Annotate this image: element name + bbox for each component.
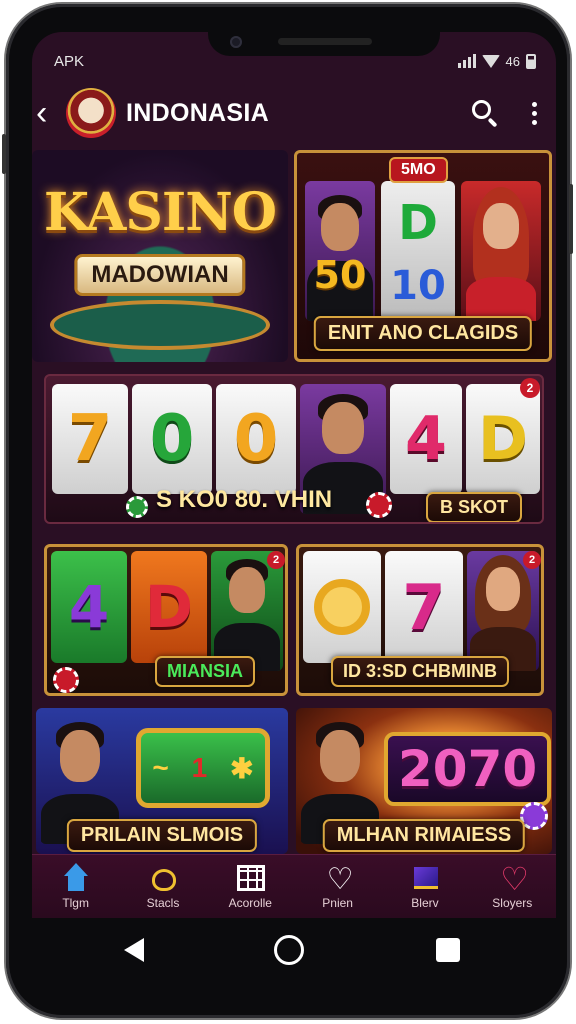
heart-outline-icon: ♡	[500, 861, 529, 897]
chip-icon	[126, 496, 148, 518]
network-type: 46	[505, 53, 520, 69]
heart-icon: ♡	[326, 863, 354, 896]
reel-number: 50	[313, 253, 367, 297]
tile-label: ID 3:SD CHBMINB	[330, 656, 510, 687]
nav-label: Stacls	[146, 896, 180, 910]
power-button	[569, 184, 573, 254]
notch	[208, 32, 440, 56]
nav-label: Tlgm	[62, 896, 89, 910]
search-icon[interactable]	[470, 98, 500, 128]
game-tile-enit[interactable]: D 10 50 5MO ENIT ANO CLAGIDS	[294, 150, 552, 362]
chip-icon	[366, 492, 392, 518]
nav-label: Blerv	[411, 896, 439, 910]
reel-1: 4	[51, 551, 127, 663]
screen: APK 46 ‹ INDONASIA KASINO MADOWIAN D 10 …	[32, 32, 556, 918]
reel-2: 0	[132, 384, 212, 494]
app-logo	[66, 88, 116, 138]
game-tile-miansia[interactable]: 4 D 2 MIANSIA	[44, 544, 288, 696]
tile-badge: 2	[267, 551, 285, 569]
phone-frame: APK 46 ‹ INDONASIA KASINO MADOWIAN D 10 …	[2, 4, 573, 1018]
app-bar: ‹ INDONASIA	[32, 82, 556, 144]
tile-badge: 2	[520, 378, 540, 398]
system-home-icon[interactable]	[274, 935, 304, 965]
game-tile-chbminb[interactable]: 7 2 ID 3:SD CHBMINB	[296, 544, 544, 696]
home-icon	[59, 863, 93, 893]
tile-label: MLHAN RIMAIESS	[322, 819, 526, 852]
back-arrow-icon[interactable]: ‹	[36, 96, 62, 130]
game-tile-prilain[interactable]: ~1 ✱ PRILAIN SLMOIS	[36, 708, 288, 854]
system-recents-icon[interactable]	[436, 938, 460, 962]
kasino-subtitle: MADOWIAN	[74, 254, 246, 296]
nav-label: Pnien	[322, 896, 353, 910]
wifi-icon	[481, 54, 500, 68]
casino-table	[50, 300, 270, 350]
jackpot-number: 2070	[384, 732, 552, 806]
bottom-nav: Tlgm Stacls Acorolle ♡ Pnien Blerv ♡ Slo…	[32, 854, 556, 918]
game-tile-mlhan[interactable]: 2070 MLHAN RIMAIESS	[296, 708, 552, 854]
reel-3: 0	[216, 384, 296, 494]
reel-2: D	[131, 551, 207, 663]
signal-icon	[457, 54, 476, 68]
tile-label-right: B SKOT	[425, 492, 523, 522]
player-portrait	[211, 551, 283, 671]
battery-icon	[526, 53, 536, 69]
nav-label: Acorolle	[228, 896, 272, 910]
reel: D 10	[381, 181, 455, 321]
slot-machine: ~1 ✱	[136, 728, 270, 808]
tile-label: MIANSIA	[155, 656, 255, 687]
system-back-icon[interactable]	[124, 938, 144, 962]
more-vert-icon[interactable]	[526, 101, 542, 125]
nav-item-acorolle[interactable]: Acorolle	[210, 863, 290, 910]
speaker-grille	[278, 38, 372, 45]
nav-item-pnien[interactable]: ♡ Pnien	[298, 863, 378, 911]
chip-icon	[53, 667, 79, 693]
player-portrait-woman	[461, 181, 541, 321]
kasino-title: KASINO	[43, 182, 277, 243]
tile-badge: 5MO	[389, 157, 448, 183]
game-tile-big-slot[interactable]: 7 0 0 4 D 2 S KO0 80. VHIN B SKOT	[44, 374, 544, 524]
reel-1: 7	[52, 384, 128, 494]
nav-label: Sloyers	[492, 896, 533, 910]
nav-item-stacls[interactable]: Stacls	[123, 863, 203, 910]
reel-4: 4	[390, 384, 462, 494]
bag-icon	[146, 863, 180, 893]
status-carrier: APK	[54, 52, 85, 70]
app-title: INDONASIA	[126, 98, 269, 127]
grid-icon	[233, 863, 267, 893]
reel-5: D	[466, 384, 540, 494]
tile-badge: 2	[523, 551, 541, 569]
chart-icon	[408, 863, 442, 893]
nav-item-sloyers[interactable]: ♡ Sloyers	[472, 863, 552, 910]
coin-icon	[314, 579, 370, 635]
tile-label: PRILAIN SLMOIS	[66, 819, 258, 852]
volume-button	[2, 134, 6, 174]
nav-item-home[interactable]: Tlgm	[36, 863, 116, 910]
system-nav-bar	[6, 918, 570, 984]
game-tile-kasino[interactable]: KASINO MADOWIAN	[32, 150, 288, 362]
nav-item-blerv[interactable]: Blerv	[385, 863, 465, 910]
reel-1	[303, 551, 381, 663]
tile-label-left: S KO0 80. VHIN	[156, 486, 333, 513]
tile-label: ENIT ANO CLAGIDS	[313, 316, 533, 351]
camera-icon	[230, 36, 242, 48]
reel-2: 7	[385, 551, 463, 663]
player-portrait-woman	[467, 551, 539, 671]
